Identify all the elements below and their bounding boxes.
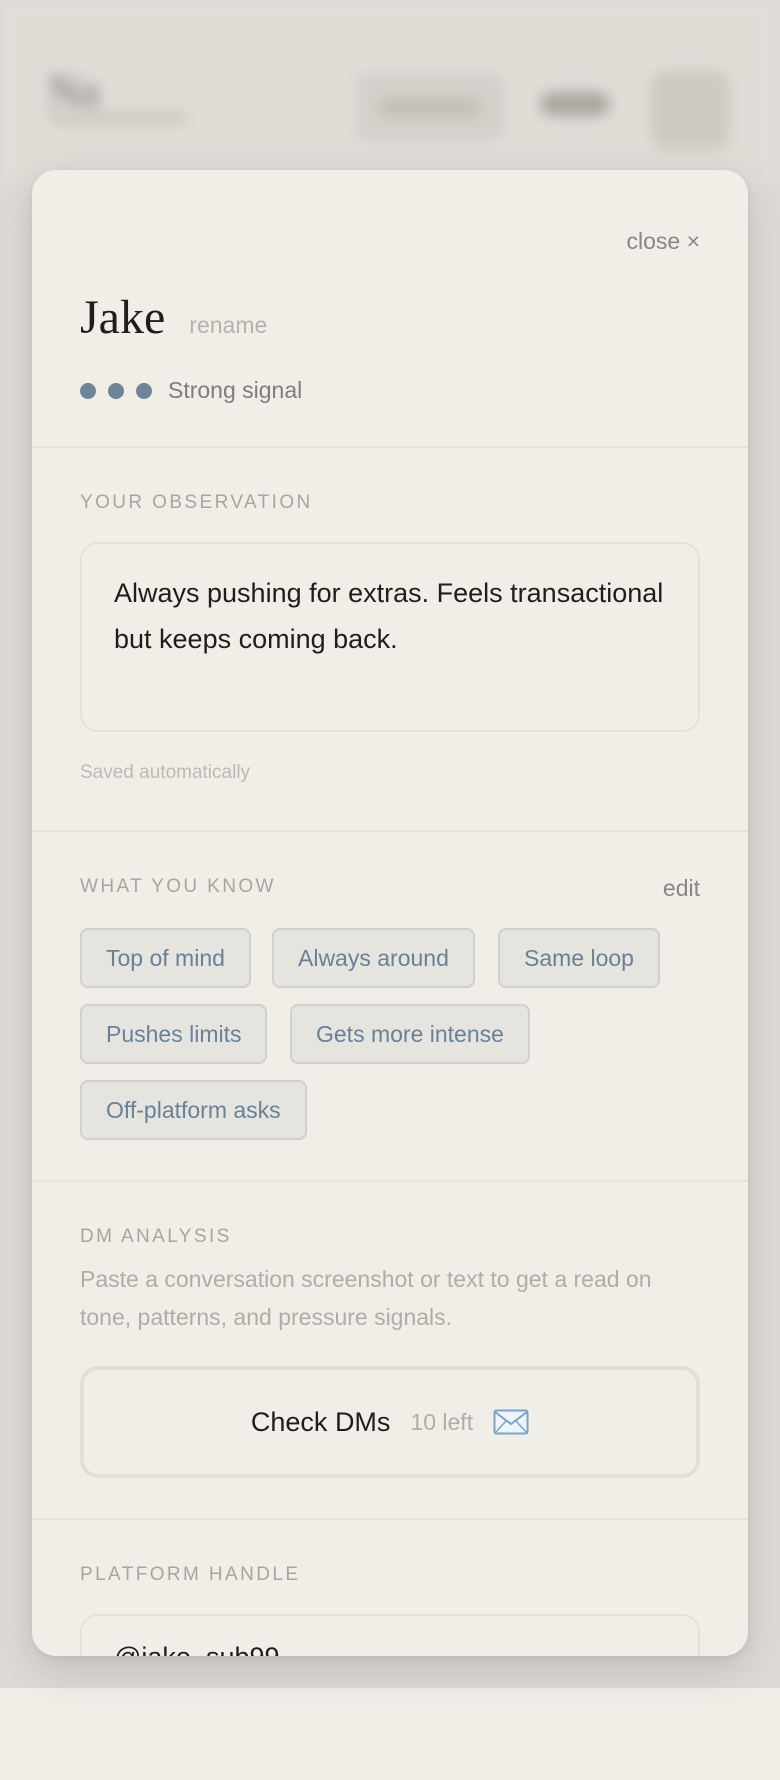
platform-handle-input[interactable]: @jake_sub99	[80, 1614, 700, 1656]
divider	[32, 446, 748, 448]
check-dms-button[interactable]: Check DMs 10 left	[80, 1366, 700, 1478]
background-header: Na	[0, 0, 780, 195]
envelope-icon	[493, 1409, 529, 1435]
background-subtitle-placeholder	[48, 112, 188, 124]
contact-name: Jake	[80, 291, 166, 344]
tag-chip[interactable]: Pushes limits	[80, 1004, 268, 1064]
background-logo: Na	[48, 66, 100, 115]
background-pill-text	[380, 100, 480, 114]
background-button	[540, 92, 610, 116]
tag-chip[interactable]: Gets more intense	[290, 1004, 530, 1064]
signal-label: Strong signal	[168, 377, 303, 403]
dm-section-label: DM ANALYSIS	[80, 1226, 232, 1247]
divider	[32, 830, 748, 832]
bottom-bar	[0, 1688, 780, 1780]
dm-description: Paste a conversation screenshot or text …	[80, 1266, 652, 1330]
saved-status: Saved automatically	[80, 762, 251, 783]
contact-name-row: Jake rename	[80, 290, 267, 345]
edit-tags-button[interactable]: edit	[663, 875, 700, 902]
signal-strength: Strong signal	[80, 377, 302, 404]
tag-chip[interactable]: Top of mind	[80, 928, 251, 988]
signal-dot-1	[80, 382, 96, 399]
platform-section-label: PLATFORM HANDLE	[80, 1564, 301, 1585]
signal-dot-3	[136, 382, 152, 399]
remaining-count: 10 left	[410, 1408, 474, 1435]
observation-section-label: YOUR OBSERVATION	[80, 492, 313, 513]
background-avatar	[650, 70, 730, 150]
tag-chip[interactable]: Always around	[272, 928, 475, 988]
divider	[32, 1518, 748, 1520]
tag-chip[interactable]: Off-platform asks	[80, 1080, 307, 1140]
divider	[32, 1180, 748, 1182]
check-dms-label: Check DMs	[250, 1406, 391, 1437]
tag-chip[interactable]: Same loop	[498, 928, 660, 988]
close-button[interactable]: close ×	[626, 228, 700, 255]
signal-dot-2	[108, 382, 124, 399]
knowledge-section-label: WHAT YOU KNOW	[80, 876, 276, 897]
rename-button[interactable]: rename	[189, 312, 267, 339]
observation-textarea[interactable]: Always pushing for extras. Feels transac…	[80, 542, 700, 732]
contact-detail-modal: close × Jake rename Strong signal YOUR O…	[32, 170, 748, 1656]
